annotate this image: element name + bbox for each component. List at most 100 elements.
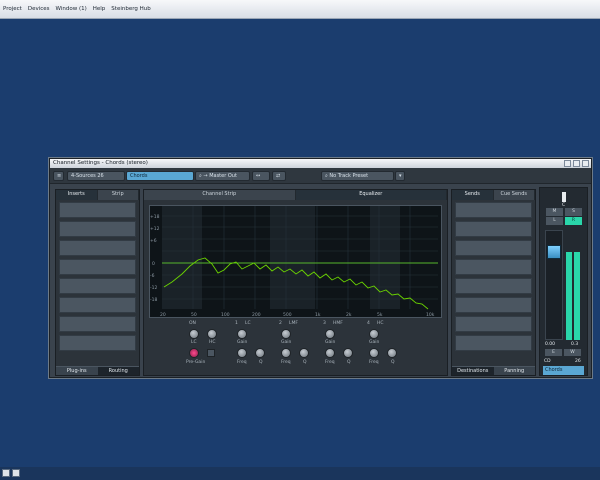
insert-slot[interactable] xyxy=(59,335,136,351)
menu-icon[interactable]: ≡ xyxy=(53,171,64,181)
gain-knob[interactable] xyxy=(281,329,291,339)
menu-project[interactable]: Project xyxy=(0,0,25,19)
read-button[interactable]: R xyxy=(565,217,582,225)
left-right-icon: ↔ xyxy=(256,173,261,179)
tab-sends[interactable]: Sends xyxy=(452,190,494,200)
center-tabrow: Channel Strip Equalizer xyxy=(144,190,447,200)
menu-window[interactable]: Window (1) xyxy=(53,0,90,19)
channel-name-field[interactable]: Chords xyxy=(126,171,194,181)
tab-plug-ins[interactable]: Plug-ins xyxy=(56,366,98,375)
output-routing-button[interactable]: ⌕ → Master Out xyxy=(195,171,250,181)
q-knob[interactable] xyxy=(343,348,353,358)
solo-button[interactable]: S xyxy=(565,208,582,216)
volume-fader-handle[interactable] xyxy=(547,245,561,259)
freq-label: 100 xyxy=(221,312,230,318)
tab-inserts[interactable]: Inserts xyxy=(56,190,98,200)
send-slot[interactable] xyxy=(455,278,532,294)
freq-knob[interactable] xyxy=(237,348,247,358)
tab-routing[interactable]: Routing xyxy=(97,366,139,375)
window-titlebar[interactable]: Channel Settings - Chords (stereo) xyxy=(50,159,591,168)
q-knob[interactable] xyxy=(299,348,309,358)
pre-gain-knob[interactable] xyxy=(189,348,199,358)
write-button[interactable]: W xyxy=(564,349,581,356)
send-slot[interactable] xyxy=(455,316,532,332)
channel-number: 26 xyxy=(97,173,104,179)
freq-label: 200 xyxy=(252,312,261,318)
insert-slot[interactable] xyxy=(59,240,136,256)
tab-destinations[interactable]: Destinations xyxy=(452,366,494,375)
eq-band-3: 3 HMF Gain Freq Q xyxy=(323,321,368,373)
gain-label: Gain xyxy=(237,340,248,345)
freq-knob[interactable] xyxy=(281,348,291,358)
restore-icon[interactable] xyxy=(2,469,10,477)
menu-help[interactable]: Help xyxy=(90,0,109,19)
eq-curve-svg: +18 +12 +6 0 -6 -12 -18 20 50 100 200 50… xyxy=(150,206,438,318)
q-knob[interactable] xyxy=(255,348,265,358)
level-meter-right xyxy=(574,252,580,340)
channel-settings-window: Channel Settings - Chords (stereo) ≡ 4-S… xyxy=(49,158,592,378)
insert-slot[interactable] xyxy=(59,278,136,294)
close-button[interactable] xyxy=(582,160,589,167)
freq-label: Freq xyxy=(237,360,247,365)
freq-label: 10k xyxy=(426,312,435,318)
maximize-button[interactable] xyxy=(573,160,580,167)
gain-knob[interactable] xyxy=(237,329,247,339)
send-slot[interactable] xyxy=(455,221,532,237)
menu-steinberg-hub[interactable]: Steinberg Hub xyxy=(108,0,153,19)
q-label: Q xyxy=(259,360,263,365)
gain-knob[interactable] xyxy=(369,329,379,339)
insert-slot[interactable] xyxy=(59,221,136,237)
send-slot[interactable] xyxy=(455,240,532,256)
freq-label: 1k xyxy=(315,312,321,318)
input-sources-button[interactable]: 4-Sources 26 xyxy=(67,171,125,181)
send-slot[interactable] xyxy=(455,259,532,275)
eq-band-2: 2 LMF Gain Freq Q xyxy=(279,321,324,373)
band-name: LMF xyxy=(289,321,298,326)
gain-label: Gain xyxy=(369,340,380,345)
eq-curve-display[interactable]: +18 +12 +6 0 -6 -12 -18 20 50 100 200 50… xyxy=(149,205,442,318)
phase-button[interactable] xyxy=(207,349,215,357)
mute-button[interactable]: M xyxy=(546,208,563,216)
insert-slot[interactable] xyxy=(59,316,136,332)
peak-readout: 0.3 xyxy=(571,342,579,347)
edit-button[interactable]: E xyxy=(545,349,562,356)
volume-fader-track[interactable] xyxy=(545,230,563,340)
freq-knob[interactable] xyxy=(325,348,335,358)
minimize-button[interactable] xyxy=(564,160,571,167)
inserts-panel: Inserts Strip Plug-ins Routing xyxy=(55,189,140,376)
fader-strip: C M S L R 0.00 0.3 E W CD 26 Chords xyxy=(539,187,588,376)
pan-indicator[interactable] xyxy=(562,192,566,202)
close-icon[interactable] xyxy=(12,469,20,477)
nav-arrows-button[interactable]: ↔ xyxy=(252,171,270,181)
tab-cue-sends[interactable]: Cue Sends xyxy=(493,190,535,200)
tab-equalizer[interactable]: Equalizer xyxy=(295,190,447,200)
channel-name-label[interactable]: Chords xyxy=(543,366,584,375)
hc-knob[interactable] xyxy=(207,329,217,339)
lc-label: LC xyxy=(191,340,197,345)
send-slot[interactable] xyxy=(455,297,532,313)
channel-name: Chords xyxy=(130,173,148,179)
arrow-right-icon: → xyxy=(203,173,208,179)
insert-slot[interactable] xyxy=(59,297,136,313)
tab-strip[interactable]: Strip xyxy=(97,190,139,200)
q-knob[interactable] xyxy=(387,348,397,358)
menu-devices[interactable]: Devices xyxy=(25,0,53,19)
listen-button[interactable]: L xyxy=(546,217,563,225)
preset-menu-button[interactable]: ▾ xyxy=(395,171,405,181)
freq-knob[interactable] xyxy=(369,348,379,358)
preset-field[interactable]: ⌕ No Track Preset xyxy=(321,171,394,181)
compare-button[interactable]: ⇄ xyxy=(272,171,286,181)
band-number: 3 xyxy=(323,321,326,326)
tab-channel-strip[interactable]: Channel Strip xyxy=(144,190,296,200)
lc-knob[interactable] xyxy=(189,329,199,339)
insert-slot[interactable] xyxy=(59,259,136,275)
db-label: +18 xyxy=(150,214,160,220)
q-label: Q xyxy=(347,360,351,365)
equalizer-panel: Channel Strip Equalizer +18 +12 +6 0 -6 … xyxy=(143,189,448,376)
gain-knob[interactable] xyxy=(325,329,335,339)
freq-label: 50 xyxy=(191,312,197,318)
send-slot[interactable] xyxy=(455,202,532,218)
tab-panning[interactable]: Panning xyxy=(493,366,535,375)
insert-slot[interactable] xyxy=(59,202,136,218)
send-slot[interactable] xyxy=(455,335,532,351)
